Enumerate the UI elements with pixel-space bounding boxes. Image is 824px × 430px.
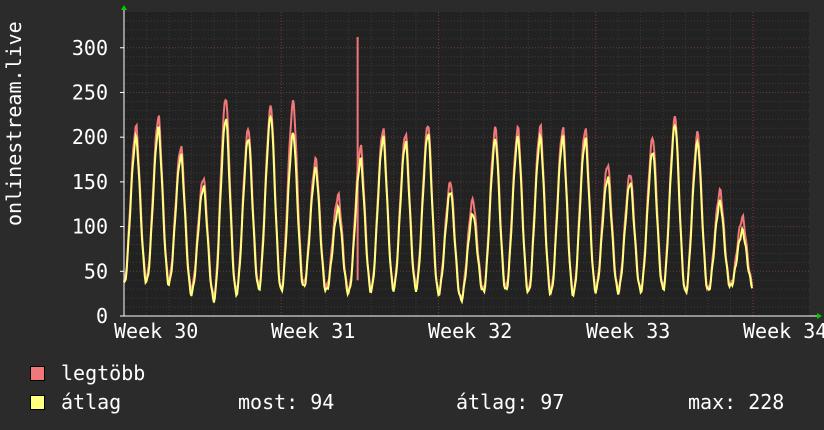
legend-label-max: legtöbb (61, 361, 146, 385)
legend-label-avg: átlag (61, 390, 122, 414)
legend-item-avg: átlag (30, 390, 122, 414)
legend-item-max: legtöbb (30, 361, 146, 385)
legend: legtöbb átlag most: 94 átlag: 97 max: 22… (0, 0, 824, 430)
stat-average: átlag: 97 (456, 390, 565, 414)
legend-swatch-avg (30, 394, 45, 410)
stat-current: most: 94 (238, 390, 335, 414)
stat-max: max: 228 (688, 390, 785, 414)
legend-swatch-max (30, 365, 45, 381)
